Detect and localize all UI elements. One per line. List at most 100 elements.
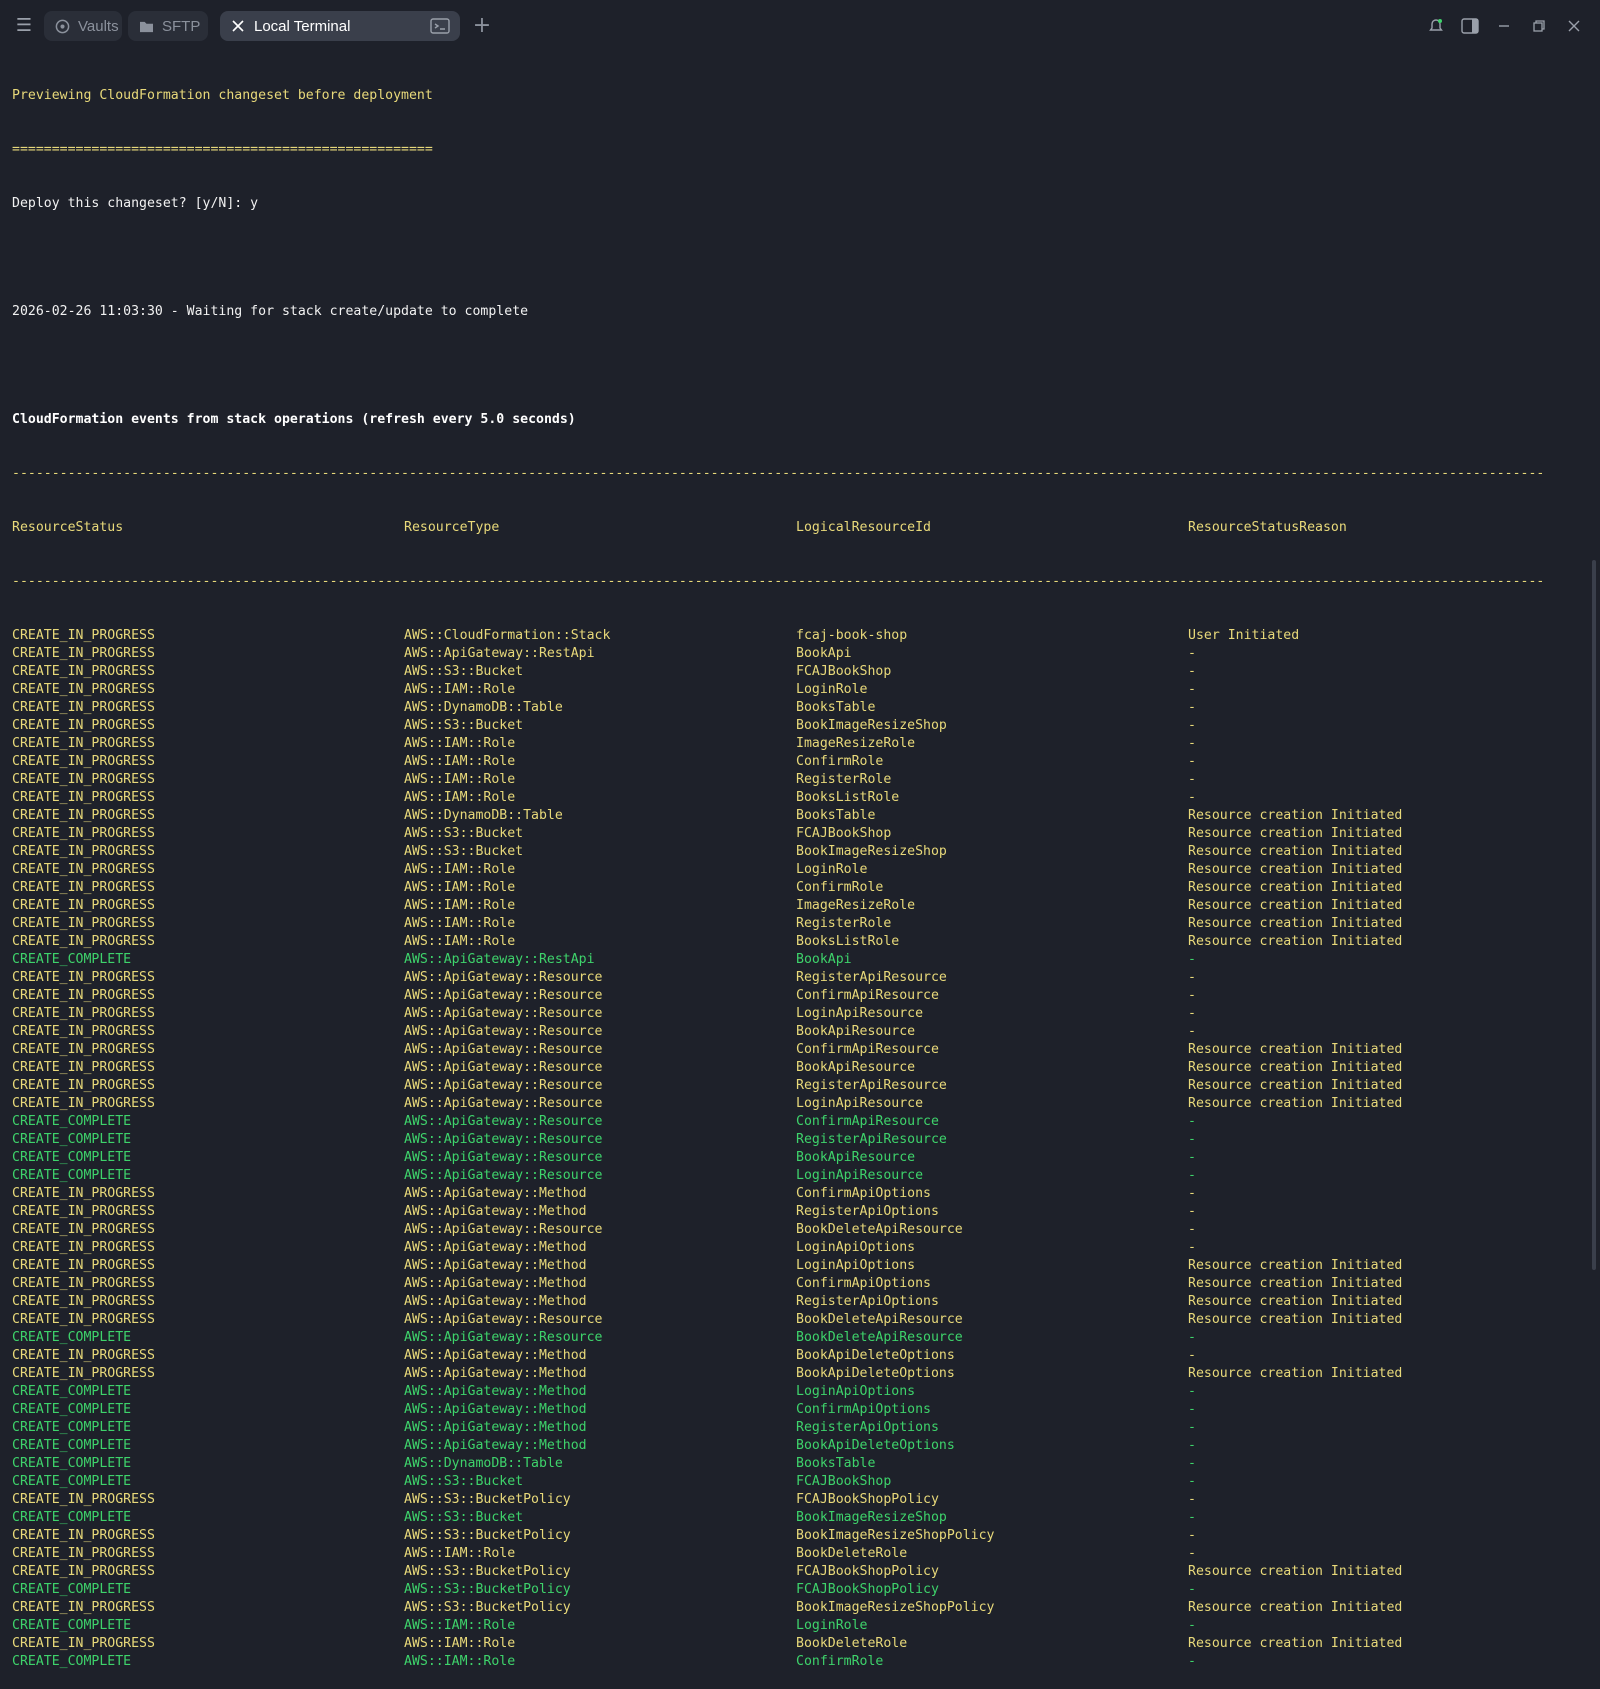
table-row: CREATE_IN_PROGRESS AWS::ApiGateway::Metho… bbox=[12, 1185, 1582, 1203]
event-status: CREATE_COMPLETE bbox=[12, 1168, 132, 1183]
event-logical-id: LoginApiResource bbox=[796, 1168, 924, 1183]
terminal-output[interactable]: Previewing CloudFormation changeset befo… bbox=[12, 51, 1582, 1689]
event-status: CREATE_IN_PROGRESS bbox=[12, 700, 155, 715]
restore-icon[interactable] bbox=[1529, 16, 1549, 36]
add-tab-button[interactable]: + bbox=[470, 12, 494, 40]
table-row: CREATE_COMPLETE AWS::ApiGateway::Method Bo… bbox=[12, 1437, 1582, 1455]
table-row: CREATE_COMPLETE AWS::ApiGateway::Resource… bbox=[12, 1113, 1582, 1131]
event-reason: - bbox=[1188, 1492, 1196, 1507]
event-logical-id: BookDeleteRole bbox=[796, 1636, 908, 1651]
event-logical-id: ConfirmApiOptions bbox=[796, 1186, 931, 1201]
event-status: CREATE_IN_PROGRESS bbox=[12, 754, 155, 769]
event-reason: Resource creation Initiated bbox=[1188, 862, 1403, 877]
table-row: CREATE_IN_PROGRESS AWS::ApiGateway::Resou… bbox=[12, 1311, 1582, 1329]
minimize-icon[interactable] bbox=[1494, 16, 1514, 36]
event-reason: Resource creation Initiated bbox=[1188, 1564, 1403, 1579]
terminal-icon bbox=[430, 18, 450, 34]
event-type: AWS::S3::Bucket bbox=[404, 826, 524, 841]
event-type: AWS::IAM::Role bbox=[404, 790, 516, 805]
event-logical-id: FCAJBookShopPolicy bbox=[796, 1582, 939, 1597]
event-reason: - bbox=[1188, 1474, 1196, 1489]
event-reason: - bbox=[1188, 1024, 1196, 1039]
event-reason: - bbox=[1188, 1132, 1196, 1147]
sidebar-toggle-icon[interactable] bbox=[1460, 16, 1480, 36]
table-row: CREATE_IN_PROGRESS AWS::ApiGateway::RestA… bbox=[12, 645, 1582, 663]
table-row: CREATE_IN_PROGRESS AWS::ApiGateway::Resou… bbox=[12, 1221, 1582, 1239]
tab-label: Local Terminal bbox=[254, 17, 351, 35]
tab-label: Vaults bbox=[78, 17, 119, 35]
table-row: CREATE_IN_PROGRESS AWS::IAM::Role BookDele… bbox=[12, 1635, 1582, 1653]
event-reason: - bbox=[1188, 718, 1196, 733]
event-logical-id: ConfirmApiResource bbox=[796, 988, 939, 1003]
table-row: CREATE_IN_PROGRESS AWS::ApiGateway::Resou… bbox=[12, 969, 1582, 987]
event-type: AWS::S3::BucketPolicy bbox=[404, 1492, 571, 1507]
event-type: AWS::DynamoDB::Table bbox=[404, 808, 563, 823]
event-type: AWS::IAM::Role bbox=[404, 1636, 516, 1651]
event-logical-id: RegisterApiOptions bbox=[796, 1204, 939, 1219]
event-type: AWS::ApiGateway::Resource bbox=[404, 1060, 603, 1075]
event-reason: User Initiated bbox=[1188, 628, 1300, 643]
separator-line: ----------------------------------------… bbox=[12, 574, 1545, 589]
event-type: AWS::IAM::Role bbox=[404, 1546, 516, 1561]
event-status: CREATE_COMPLETE bbox=[12, 1420, 132, 1435]
event-logical-id: ImageResizeRole bbox=[796, 736, 916, 751]
event-status: CREATE_COMPLETE bbox=[12, 1510, 132, 1525]
event-reason: Resource creation Initiated bbox=[1188, 916, 1403, 931]
event-status: CREATE_COMPLETE bbox=[12, 1456, 132, 1471]
event-logical-id: ConfirmRole bbox=[796, 880, 884, 895]
event-type: AWS::DynamoDB::Table bbox=[404, 1456, 563, 1471]
table-row: CREATE_IN_PROGRESS AWS::CloudFormation::S… bbox=[12, 627, 1582, 645]
event-type: AWS::ApiGateway::Resource bbox=[404, 1096, 603, 1111]
event-logical-id: LoginApiResource bbox=[796, 1096, 924, 1111]
event-type: AWS::ApiGateway::Resource bbox=[404, 1222, 603, 1237]
event-reason: - bbox=[1188, 988, 1196, 1003]
close-icon[interactable] bbox=[230, 18, 246, 34]
event-status: CREATE_IN_PROGRESS bbox=[12, 1042, 155, 1057]
table-row: CREATE_COMPLETE AWS::ApiGateway::Resource… bbox=[12, 1131, 1582, 1149]
event-logical-id: RegisterApiOptions bbox=[796, 1294, 939, 1309]
event-type: AWS::IAM::Role bbox=[404, 934, 516, 949]
event-logical-id: BookDeleteApiResource bbox=[796, 1330, 963, 1345]
event-reason: - bbox=[1188, 1204, 1196, 1219]
event-logical-id: FCAJBookShop bbox=[796, 826, 892, 841]
event-type: AWS::ApiGateway::Resource bbox=[404, 1132, 603, 1147]
event-logical-id: RegisterApiOptions bbox=[796, 1420, 939, 1435]
tab-vaults[interactable]: Vaults bbox=[44, 11, 122, 41]
event-logical-id: LoginRole bbox=[796, 862, 868, 877]
notification-bell-icon[interactable] bbox=[1426, 16, 1446, 36]
event-reason: Resource creation Initiated bbox=[1188, 1060, 1403, 1075]
event-status: CREATE_IN_PROGRESS bbox=[12, 1492, 155, 1507]
event-type: AWS::S3::Bucket bbox=[404, 1474, 524, 1489]
table-row: CREATE_IN_PROGRESS AWS::ApiGateway::Metho… bbox=[12, 1203, 1582, 1221]
event-type: AWS::ApiGateway::Resource bbox=[404, 1330, 603, 1345]
event-status: CREATE_IN_PROGRESS bbox=[12, 1294, 155, 1309]
separator-line: ----------------------------------------… bbox=[12, 466, 1545, 481]
event-status: CREATE_COMPLETE bbox=[12, 1654, 132, 1669]
tab-local-terminal[interactable]: Local Terminal bbox=[220, 11, 460, 41]
event-logical-id: BookImageResizeShopPolicy bbox=[796, 1600, 995, 1615]
table-row: CREATE_IN_PROGRESS AWS::ApiGateway::Metho… bbox=[12, 1239, 1582, 1257]
event-logical-id: BookImageResizeShopPolicy bbox=[796, 1528, 995, 1543]
event-type: AWS::ApiGateway::RestApi bbox=[404, 646, 595, 661]
title-bar: ☰ Vaults SFTP Local Terminal + bbox=[0, 0, 1600, 52]
event-reason: - bbox=[1188, 1420, 1196, 1435]
scrollbar[interactable] bbox=[1592, 560, 1596, 1270]
event-reason: Resource creation Initiated bbox=[1188, 934, 1403, 949]
event-reason: - bbox=[1188, 1348, 1196, 1363]
hamburger-menu-icon[interactable]: ☰ bbox=[14, 16, 34, 36]
event-reason: - bbox=[1188, 1456, 1196, 1471]
event-status: CREATE_IN_PROGRESS bbox=[12, 1186, 155, 1201]
event-type: AWS::IAM::Role bbox=[404, 1618, 516, 1633]
tab-sftp[interactable]: SFTP bbox=[128, 11, 208, 41]
table-row: CREATE_IN_PROGRESS AWS::IAM::Role ImageRes… bbox=[12, 735, 1582, 753]
event-type: AWS::ApiGateway::Resource bbox=[404, 1150, 603, 1165]
event-type: AWS::ApiGateway::Method bbox=[404, 1438, 587, 1453]
event-logical-id: BookApiDeleteOptions bbox=[796, 1348, 955, 1363]
event-status: CREATE_IN_PROGRESS bbox=[12, 970, 155, 985]
event-status: CREATE_IN_PROGRESS bbox=[12, 1258, 155, 1273]
table-row: CREATE_COMPLETE AWS::ApiGateway::Resource… bbox=[12, 1329, 1582, 1347]
table-row: CREATE_IN_PROGRESS AWS::S3::BucketPolicy B… bbox=[12, 1527, 1582, 1545]
table-row: CREATE_IN_PROGRESS AWS::S3::Bucket FCAJBoo… bbox=[12, 663, 1582, 681]
close-window-icon[interactable] bbox=[1564, 16, 1584, 36]
event-type: AWS::S3::BucketPolicy bbox=[404, 1582, 571, 1597]
